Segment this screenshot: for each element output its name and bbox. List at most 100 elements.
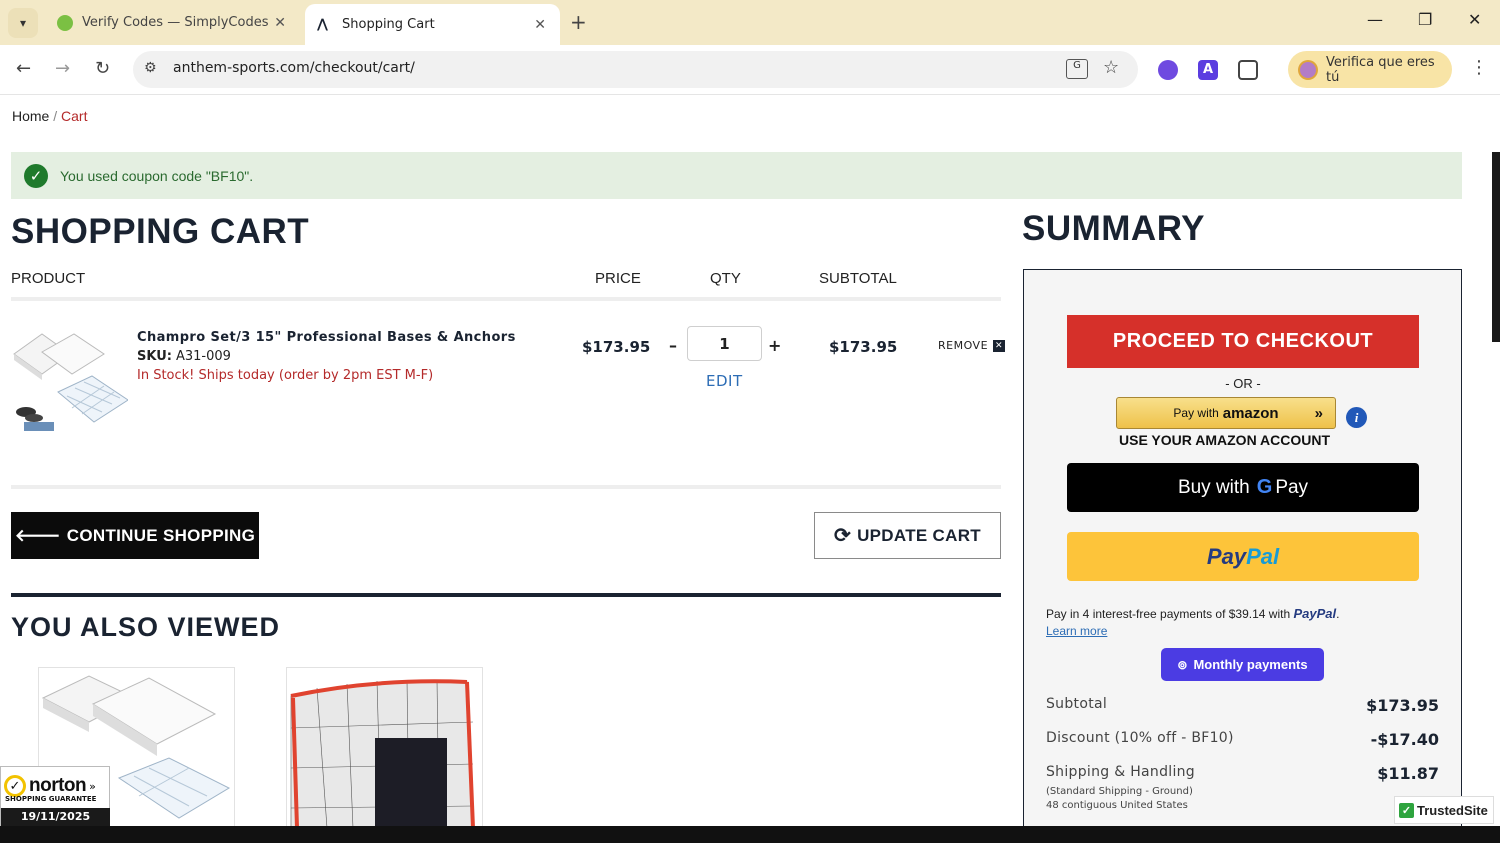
breadcrumb-current: Cart: [61, 108, 88, 124]
norton-check-icon: ✓: [4, 775, 26, 797]
summary-subtotal-label: Subtotal: [1046, 696, 1108, 712]
bookmark-star-icon[interactable]: ☆: [1103, 57, 1119, 78]
monthly-payments-button[interactable]: ⊚ Monthly payments: [1161, 648, 1324, 681]
product-name[interactable]: Champro Set/3 15" Professional Bases & A…: [137, 330, 516, 345]
tab-search-dropdown[interactable]: ▾: [8, 8, 38, 38]
simplycodes-favicon-icon: [57, 14, 73, 31]
quantity-input[interactable]: [687, 326, 762, 361]
extensions-puzzle-icon[interactable]: [1238, 60, 1258, 80]
extension-a-icon[interactable]: A: [1198, 60, 1218, 80]
update-label: UPDATE CART: [857, 525, 981, 545]
trustedsite-check-icon: ✓: [1399, 802, 1414, 818]
browser-tab-bar: ▾ Verify Codes — SimplyCodes ✕ ⋀ Shoppin…: [0, 0, 1500, 45]
address-bar[interactable]: ⚙ anthem-sports.com/checkout/cart/ G ☆: [133, 51, 1138, 88]
tab-title: Verify Codes — SimplyCodes: [82, 15, 269, 30]
breadcrumb: Home / Cart: [12, 108, 87, 124]
page-scrollbar[interactable]: [1492, 152, 1500, 342]
forward-icon[interactable]: →: [55, 58, 70, 79]
double-chevron-icon: »: [1314, 404, 1323, 422]
browser-toolbar: ← → ↻ ⚙ anthem-sports.com/checkout/cart/…: [0, 45, 1500, 95]
continue-shopping-button[interactable]: 🡐 CONTINUE SHOPPING: [11, 512, 259, 559]
back-icon[interactable]: ←: [16, 58, 31, 79]
arrow-left-icon: 🡐: [14, 525, 61, 545]
divider: [11, 485, 1001, 489]
learn-more-link[interactable]: Learn more: [1046, 624, 1107, 638]
gpay-prefix: Buy with: [1177, 476, 1250, 498]
reload-icon[interactable]: ↻: [95, 58, 110, 79]
paypal-button[interactable]: Pay Pal: [1067, 532, 1419, 581]
translate-icon[interactable]: G: [1066, 59, 1088, 79]
tab-close-icon[interactable]: ✕: [534, 17, 546, 33]
new-tab-icon[interactable]: +: [570, 10, 587, 34]
checkmark-icon: ✓: [24, 163, 48, 188]
norton-date: 19/11/2025: [1, 808, 110, 826]
trustedsite-badge[interactable]: ✓ TrustedSite: [1394, 796, 1494, 824]
order-summary-panel: PROCEED TO CHECKOUT - OR - Pay with amaz…: [1023, 269, 1462, 826]
viewed-product-image-net: [287, 668, 482, 826]
viewed-product-card[interactable]: [286, 667, 483, 826]
remove-label: REMOVE: [938, 339, 989, 352]
or-separator: - OR -: [1225, 376, 1261, 391]
norton-logo: norton: [29, 775, 87, 796]
remove-button[interactable]: REMOVE ✕: [938, 339, 1006, 352]
amazon-pay-button[interactable]: Pay with amazon »: [1116, 397, 1336, 429]
product-image[interactable]: [12, 332, 128, 440]
coupon-success-alert: ✓ You used coupon code "BF10".: [11, 152, 1462, 199]
paypal-logo-part-1: Pay: [1206, 543, 1247, 569]
shipping-method-note: (Standard Shipping - Ground): [1046, 786, 1193, 797]
shipping-region-note: 48 contiguous United States: [1046, 800, 1188, 811]
url-text[interactable]: anthem-sports.com/checkout/cart/: [173, 60, 415, 76]
paypal-logo-part-2: Pal: [1246, 543, 1280, 569]
paypal-inline-logo: PayPal: [1293, 606, 1337, 621]
restore-icon[interactable]: ❐: [1418, 10, 1432, 29]
google-g-icon: G: [1256, 476, 1273, 498]
profile-label: Verifica que eres tú: [1325, 54, 1435, 85]
refresh-icon: ⟳: [834, 525, 852, 547]
close-window-icon[interactable]: ✕: [1468, 10, 1481, 29]
breadcrumb-home[interactable]: Home: [12, 108, 49, 124]
page-title: SHOPPING CART: [11, 212, 310, 251]
chevron-right-icon: »: [89, 779, 96, 793]
amazon-account-label: USE YOUR AMAZON ACCOUNT: [1119, 432, 1331, 448]
summary-shipping-label: Shipping & Handling: [1046, 764, 1195, 780]
column-header-product: PRODUCT: [11, 270, 86, 287]
qty-increase-button[interactable]: +: [768, 336, 781, 355]
also-viewed-heading: YOU ALSO VIEWED: [11, 612, 281, 642]
trustedsite-label: TrustedSite: [1417, 802, 1488, 818]
taskbar-strip: [0, 826, 1500, 843]
minimize-icon[interactable]: —: [1367, 10, 1383, 29]
qty-decrease-button[interactable]: –: [669, 336, 677, 355]
norton-shopping-guarantee-badge[interactable]: ✓ norton » SHOPPING GUARANTEE 19/11/2025: [0, 766, 110, 826]
summary-heading: SUMMARY: [1022, 209, 1206, 248]
section-divider: [11, 593, 1001, 597]
avatar: [1298, 59, 1318, 80]
proceed-to-checkout-button[interactable]: PROCEED TO CHECKOUT: [1067, 315, 1419, 368]
tab-close-icon[interactable]: ✕: [274, 15, 286, 31]
monthly-label: Monthly payments: [1193, 657, 1308, 672]
column-header-price: PRICE: [595, 270, 641, 287]
column-header-subtotal: SUBTOTAL: [819, 270, 897, 287]
profile-verify-button[interactable]: Verifica que eres tú: [1288, 51, 1452, 88]
tab-simplycodes[interactable]: Verify Codes — SimplyCodes ✕: [45, 6, 300, 39]
norton-guarantee-text: SHOPPING GUARANTEE: [5, 795, 97, 803]
summary-discount-label: Discount (10% off - BF10): [1046, 730, 1234, 746]
summary-subtotal-value: $173.95: [1366, 696, 1439, 715]
info-icon[interactable]: i: [1346, 407, 1367, 428]
gpay-suffix: Pay: [1275, 476, 1309, 498]
amazon-pay-prefix: Pay with: [1173, 406, 1219, 420]
google-pay-button[interactable]: Buy with G Pay: [1067, 463, 1419, 512]
edit-link[interactable]: EDIT: [706, 372, 743, 390]
extension-purple-icon[interactable]: [1158, 60, 1178, 80]
monthly-payments-icon: ⊚: [1177, 657, 1188, 672]
stock-status: In Stock! Ships today (order by 2pm EST …: [137, 368, 434, 383]
remove-x-icon: ✕: [993, 339, 1006, 352]
sku-value: A31-009: [175, 349, 231, 364]
tab-shopping-cart[interactable]: ⋀ Shopping Cart ✕: [305, 4, 560, 45]
alert-message: You used coupon code "BF10".: [60, 167, 254, 184]
paypal-pay-later-message: Pay in 4 interest-free payments of $39.1…: [1046, 606, 1340, 621]
update-cart-button[interactable]: ⟳ UPDATE CART: [814, 512, 1001, 559]
divider: [11, 297, 1001, 301]
browser-menu-icon[interactable]: ⋮: [1470, 57, 1488, 78]
site-info-icon[interactable]: ⚙: [144, 60, 157, 76]
page-content: Home / Cart ✓ You used coupon code "BF10…: [0, 96, 1500, 826]
